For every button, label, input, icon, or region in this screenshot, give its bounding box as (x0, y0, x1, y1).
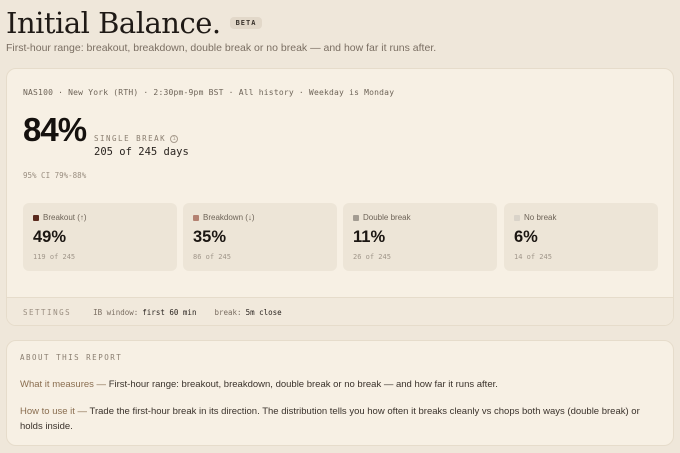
stat-label: No break (524, 213, 557, 222)
stat-count: 14 of 245 (514, 253, 552, 261)
stat-value: 11% (353, 228, 386, 246)
about-howto-text: Trade the first-hour break in its direct… (20, 406, 640, 432)
stat-value: 6% (514, 228, 538, 246)
about-card: ABOUT THIS REPORT What it measures — Fir… (6, 340, 674, 446)
stat-card-breakdown: Breakdown (↓) 35% 86 of 245 (183, 203, 337, 271)
stat-head: Breakdown (↓) (193, 213, 255, 222)
stat-value: 35% (193, 228, 227, 246)
stat-card-no-break: No break 6% 14 of 245 (504, 203, 658, 271)
single-break-days: 205 of 245 days (94, 146, 189, 158)
single-break-percent: 84% (23, 111, 87, 148)
page-subtitle: First-hour range: breakout, breakdown, d… (6, 42, 437, 54)
settings-label: SETTINGS (23, 308, 72, 317)
ib-window-key: IB window: (93, 308, 139, 317)
stat-count: 26 of 245 (353, 253, 391, 261)
stat-head: Double break (353, 213, 411, 222)
stat-label: Double break (363, 213, 411, 222)
stat-card-double-break: Double break 11% 26 of 245 (343, 203, 497, 271)
break-key: break: (214, 308, 242, 317)
breakout-swatch-icon (33, 214, 39, 221)
stat-head: Breakout (↑) (33, 213, 87, 222)
stat-count: 86 of 245 (193, 253, 231, 261)
breakdown-swatch-icon (193, 214, 199, 221)
beta-badge: BETA (229, 17, 263, 29)
stat-card-breakout: Breakout (↑) 49% 119 of 245 (23, 203, 177, 271)
ib-window-value[interactable]: first 60 min (142, 308, 196, 317)
report-meta: NAS100 · New York (RTH) · 2:30pm-9pm BST… (23, 88, 395, 97)
confidence-interval: 95% CI 79%-88% (23, 171, 87, 180)
stat-value: 49% (33, 228, 67, 246)
single-break-label: SINGLE BREAK i (94, 134, 179, 143)
stat-count: 119 of 245 (33, 253, 76, 261)
about-howto-key: How to use it — (20, 406, 88, 417)
no-break-swatch-icon (514, 214, 520, 221)
single-break-label-text: SINGLE BREAK (94, 134, 167, 143)
summary-card: NAS100 · New York (RTH) · 2:30pm-9pm BST… (6, 68, 674, 326)
info-icon[interactable]: i (170, 134, 179, 143)
break-value[interactable]: 5m close (246, 308, 282, 317)
title-row: Initial Balance. BETA (6, 4, 263, 42)
about-howto: How to use it — Trade the first-hour bre… (20, 404, 650, 434)
double-break-swatch-icon (353, 214, 359, 221)
about-title: ABOUT THIS REPORT (20, 353, 123, 362)
about-measures-text: First-hour range: breakout, breakdown, d… (106, 379, 498, 390)
stat-label: Breakdown (↓) (203, 213, 255, 222)
stat-label: Breakout (↑) (43, 213, 87, 222)
about-measures-key: What it measures — (20, 379, 107, 390)
stat-head: No break (514, 213, 556, 222)
about-measures: What it measures — First-hour range: bre… (20, 377, 650, 392)
page-title: Initial Balance. (6, 6, 221, 40)
settings-bar: SETTINGS IB window: first 60 min break: … (7, 297, 673, 325)
